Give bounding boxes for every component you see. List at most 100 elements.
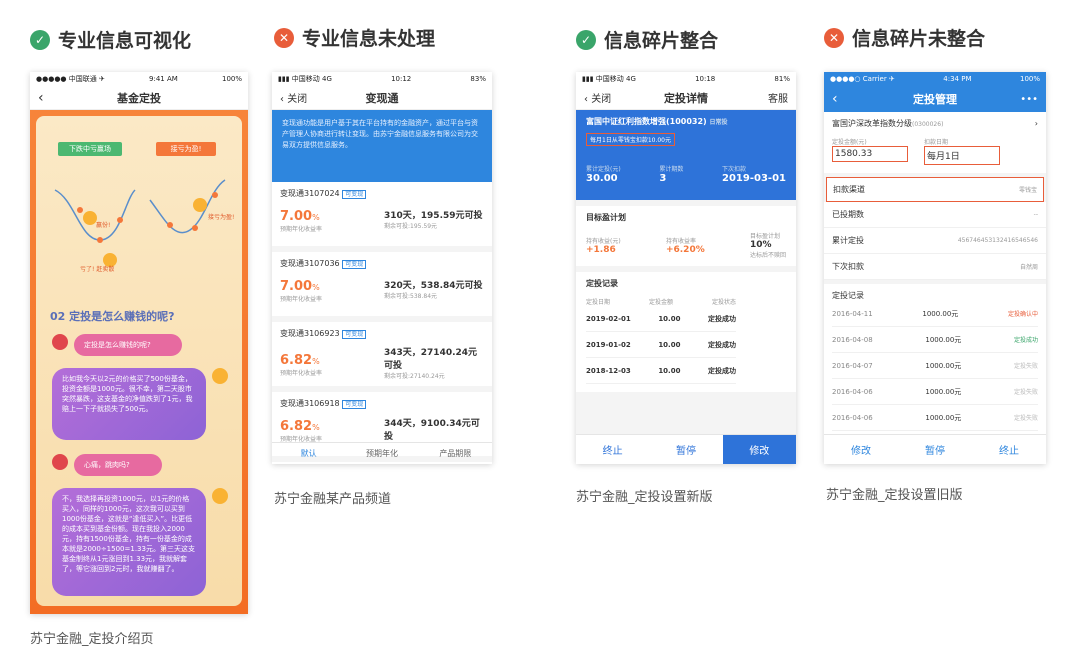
- fund-name: 富国中证红利指数增强(100032): [586, 117, 707, 126]
- back-button[interactable]: ‹ 关闭: [280, 90, 307, 105]
- answer-bubble: 不，我选择再投资1000元，以1元的价格买入，同样的1000元，这次我可以买到1…: [52, 488, 206, 596]
- nav-bar: ‹ 关闭 定投详情 客服: [576, 86, 796, 110]
- caption-channel: 苏宁金融某产品频道: [274, 492, 392, 507]
- product-name: 变现通3106923: [280, 329, 340, 338]
- carrier: ●●●●● 中国联通 ✈: [36, 75, 105, 83]
- tab-annualized[interactable]: 预期年化: [345, 443, 418, 464]
- product-tag: 可变现: [342, 260, 367, 269]
- info-row: 下次扣款 自然周: [824, 254, 1046, 280]
- info-row: 累计定投 456746453132416546546: [824, 228, 1046, 254]
- status-bar: ▮▮▮ 中国移动 4G 10:12 83%: [272, 72, 492, 86]
- product-tag: 可变现: [342, 330, 367, 339]
- goal-plan-section: 目标盈计划 持有收益(元) +1.86 持有收益率 +6.20% 目标盈计划 10% 达…: [576, 206, 796, 266]
- rate-unit: %: [312, 356, 320, 366]
- date-select[interactable]: 每月1日: [924, 146, 1000, 165]
- goal-row: 持有收益(元) +1.86 持有收益率 +6.20% 目标盈计划 10% 达标后不赎回: [586, 233, 786, 259]
- chart-note: 赢份!: [96, 222, 111, 229]
- records-title: 定投记录: [586, 279, 618, 288]
- action-bar: 修改 暂停 终止: [824, 434, 1046, 464]
- info-row: 已投期数 --: [824, 202, 1046, 228]
- more-icon[interactable]: •••: [1020, 94, 1038, 105]
- action-bar: 终止 暂停 修改: [576, 434, 796, 464]
- pause-button[interactable]: 暂停: [649, 435, 722, 464]
- product-rate: 7.00: [280, 209, 313, 224]
- product-tag: 可变现: [342, 400, 367, 409]
- tab-default[interactable]: 默认: [272, 443, 345, 464]
- product-list: 变现通3107024 可变现 7.00% 预期年化收益率 310天，195.59元…: [272, 182, 492, 462]
- product-remain: 剩余可投:27140.24元: [384, 373, 445, 380]
- modify-button[interactable]: 修改: [824, 435, 898, 464]
- back-icon[interactable]: ‹: [38, 90, 44, 106]
- product-remain: 剩余可投:195.59元: [384, 223, 438, 230]
- question-bubble: 定投是怎么赚钱的呢?: [74, 334, 182, 356]
- product-term: 344天，9100.34元可投: [384, 419, 480, 442]
- heading-integrated: ✓ 信息碎片整合: [576, 26, 718, 53]
- fund-tag: 日常投: [709, 119, 728, 126]
- plan-summary: 每月1日从零钱宝扣款10.00元: [586, 133, 675, 146]
- back-icon[interactable]: ‹: [832, 91, 838, 107]
- close-label: 关闭: [591, 94, 612, 105]
- records-header: 定投日期 定投金额 定投状态: [586, 299, 736, 306]
- close-label: 关闭: [287, 94, 308, 105]
- amount-label: 定投金额(元): [832, 139, 867, 146]
- status-bar: ▮▮▮ 中国移动 4G 10:18 81%: [576, 72, 796, 86]
- sort-tabs: 默认 预期年化 产品期限: [272, 442, 492, 464]
- rate-label: 预期年化收益率: [280, 296, 323, 303]
- product-item[interactable]: 变现通3106923 可变现 6.82% 预期年化收益率 343天，27140.2…: [272, 322, 492, 392]
- carrier: ▮▮▮ 中国移动 4G: [278, 75, 332, 83]
- service-link[interactable]: 客服: [768, 90, 788, 105]
- stat-total: 累计定投(元) 30.00: [586, 166, 621, 184]
- goal-title: 目标盈计划: [586, 213, 626, 222]
- status-bar: ●●●●● 中国联通 ✈ 9:41 AM 100%: [30, 72, 248, 86]
- amount-input[interactable]: 1580.33: [832, 146, 908, 162]
- stat-periods: 累计期数 3: [659, 166, 684, 184]
- product-term: 320天，538.84元可投: [384, 281, 483, 291]
- channel-label: 扣款渠道: [833, 185, 865, 194]
- caption-old: 苏宁金融_定投设置旧版: [826, 488, 963, 503]
- heading-text: 专业信息未处理: [302, 28, 436, 50]
- record-row: 2018-12-03 10.00 定投成功: [586, 358, 736, 384]
- nav-bar: ‹ 关闭 变现通: [272, 86, 492, 110]
- rate-unit: %: [312, 213, 320, 222]
- record-row: 2016-04-11 1000.00元 定投确认中: [832, 301, 1038, 327]
- fund-row[interactable]: 富国沪深改革指数分级(0300026) ›: [824, 112, 1046, 135]
- product-rate: 7.00: [280, 279, 313, 294]
- stat-next: 下次扣款 2019-03-01: [722, 166, 786, 184]
- record-row: 2016-04-08 1000.00元 定投成功: [832, 327, 1038, 353]
- section-title: 02 定投是怎么赚钱的呢?: [50, 310, 175, 323]
- rate-unit: %: [312, 283, 320, 292]
- product-remain: 剩余可投:538.84元: [384, 293, 438, 300]
- nav-bar: ‹ 基金定投: [30, 86, 248, 110]
- time: 4:34 PM: [943, 75, 972, 83]
- orange-frame: 下跌中亏赢场 接亏为盈! 赢份! 亏了! 赶卖散 接亏为盈! 02 定投是怎么赚…: [30, 110, 248, 614]
- girl-avatar: [52, 334, 68, 350]
- chart-note: 接亏为盈!: [208, 214, 235, 221]
- pause-button[interactable]: 暂停: [898, 435, 972, 464]
- info-banner: 变现通功能是用户基于其在平台持有的金融资产，通过平台与资产管理人协商进行转让变现…: [272, 110, 492, 182]
- terminate-button[interactable]: 终止: [576, 435, 649, 464]
- chevron-right-icon: ›: [1034, 119, 1038, 128]
- channel-row[interactable]: 扣款渠道 零钱宝: [826, 177, 1044, 202]
- phone-product-channel: ▮▮▮ 中国移动 4G 10:12 83% ‹ 关闭 变现通 变现通功能是用户基于其在…: [272, 72, 492, 464]
- page-title: 基金定投: [117, 91, 161, 105]
- terminate-button[interactable]: 终止: [972, 435, 1046, 464]
- product-rate: 6.82: [280, 419, 313, 434]
- nav-bar: ‹ 定投管理 •••: [824, 86, 1046, 112]
- rate-unit: %: [312, 423, 320, 432]
- modify-button[interactable]: 修改: [722, 435, 796, 464]
- time: 10:18: [695, 75, 716, 83]
- carrier: ▮▮▮ 中国移动 4G: [582, 75, 636, 83]
- tab-term[interactable]: 产品期限: [419, 443, 492, 464]
- product-item[interactable]: 变现通3107036 可变现 7.00% 预期年化收益率 320天，538.84元…: [272, 252, 492, 322]
- product-name: 变现通3107024: [280, 189, 340, 198]
- back-button[interactable]: ‹ 关闭: [584, 90, 611, 105]
- heading-not-integrated: ✕ 信息碎片未整合: [824, 24, 985, 51]
- fund-summary-card[interactable]: 富国中证红利指数增强(100032) 日常投 每月1日从零钱宝扣款10.00元 …: [576, 110, 796, 200]
- caption-intro: 苏宁金融_定投介绍页: [30, 632, 154, 647]
- phone-plan-old: ●●●●○ Carrier ✈ 4:34 PM 100% ‹ 定投管理 ••• 富国沪深…: [824, 72, 1046, 464]
- time: 10:12: [391, 75, 412, 83]
- product-item[interactable]: 变现通3107024 可变现 7.00% 预期年化收益率 310天，195.59元…: [272, 182, 492, 252]
- question-bubble: 心痛，跳肉吗?: [74, 454, 162, 476]
- heading-text: 专业信息可视化: [58, 30, 192, 52]
- battery: 83%: [470, 75, 486, 83]
